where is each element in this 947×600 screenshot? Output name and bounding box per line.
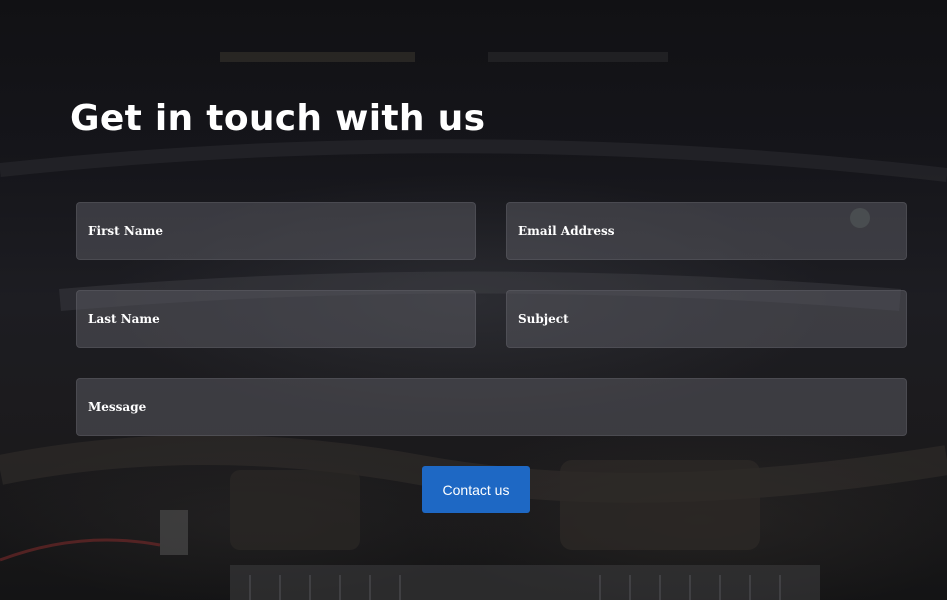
subject-input[interactable]: [518, 312, 895, 326]
contact-us-button[interactable]: Contact us: [422, 466, 530, 513]
first-name-input[interactable]: [88, 224, 464, 238]
email-field[interactable]: [506, 202, 907, 260]
message-textarea[interactable]: [88, 399, 895, 415]
last-name-input[interactable]: [88, 312, 464, 326]
message-field[interactable]: [76, 378, 907, 436]
first-name-field[interactable]: [76, 202, 476, 260]
last-name-field[interactable]: [76, 290, 476, 348]
subject-field[interactable]: [506, 290, 907, 348]
contact-section: Get in touch with us Contact us: [0, 0, 947, 600]
page-title: Get in touch with us: [70, 98, 486, 139]
email-input[interactable]: [518, 224, 895, 238]
